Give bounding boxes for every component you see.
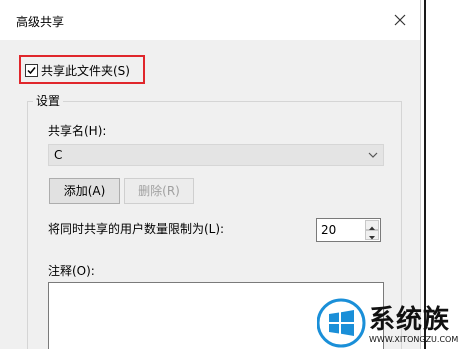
spin-down-icon <box>369 236 375 240</box>
title-bar: 高级共享 <box>0 0 420 40</box>
checkmark-icon <box>27 66 36 74</box>
watermark-logo: 系统族 WWW.XITONGZU.COM <box>316 297 465 349</box>
share-name-value: C <box>54 148 63 162</box>
comment-label: 注释(O): <box>48 264 95 278</box>
share-name-combobox[interactable]: C <box>48 144 384 166</box>
watermark-url: WWW.XITONGZU.COM <box>369 335 459 344</box>
spin-up-button[interactable] <box>365 220 379 230</box>
user-limit-value: 20 <box>321 223 337 237</box>
add-button[interactable]: 添加(A) <box>49 178 120 204</box>
share-folder-label: 共享此文件夹(S) <box>41 63 130 78</box>
watermark-brand: 系统族 <box>369 305 451 335</box>
user-limit-spinner[interactable]: 20 <box>316 218 381 242</box>
dialog-title: 高级共享 <box>16 15 65 29</box>
remove-button[interactable]: 删除(R) <box>124 178 194 204</box>
settings-group-title: 设置 <box>33 92 64 109</box>
share-folder-checkbox[interactable]: 共享此文件夹(S) <box>25 62 130 78</box>
user-limit-label: 将同时共享的用户数量限制为(L): <box>48 222 225 236</box>
close-button[interactable] <box>390 10 410 30</box>
share-name-label: 共享名(H): <box>48 124 107 138</box>
close-icon <box>394 14 406 26</box>
spin-down-button[interactable] <box>365 230 379 240</box>
checkbox-box[interactable] <box>25 63 38 77</box>
chevron-down-icon <box>368 152 378 158</box>
